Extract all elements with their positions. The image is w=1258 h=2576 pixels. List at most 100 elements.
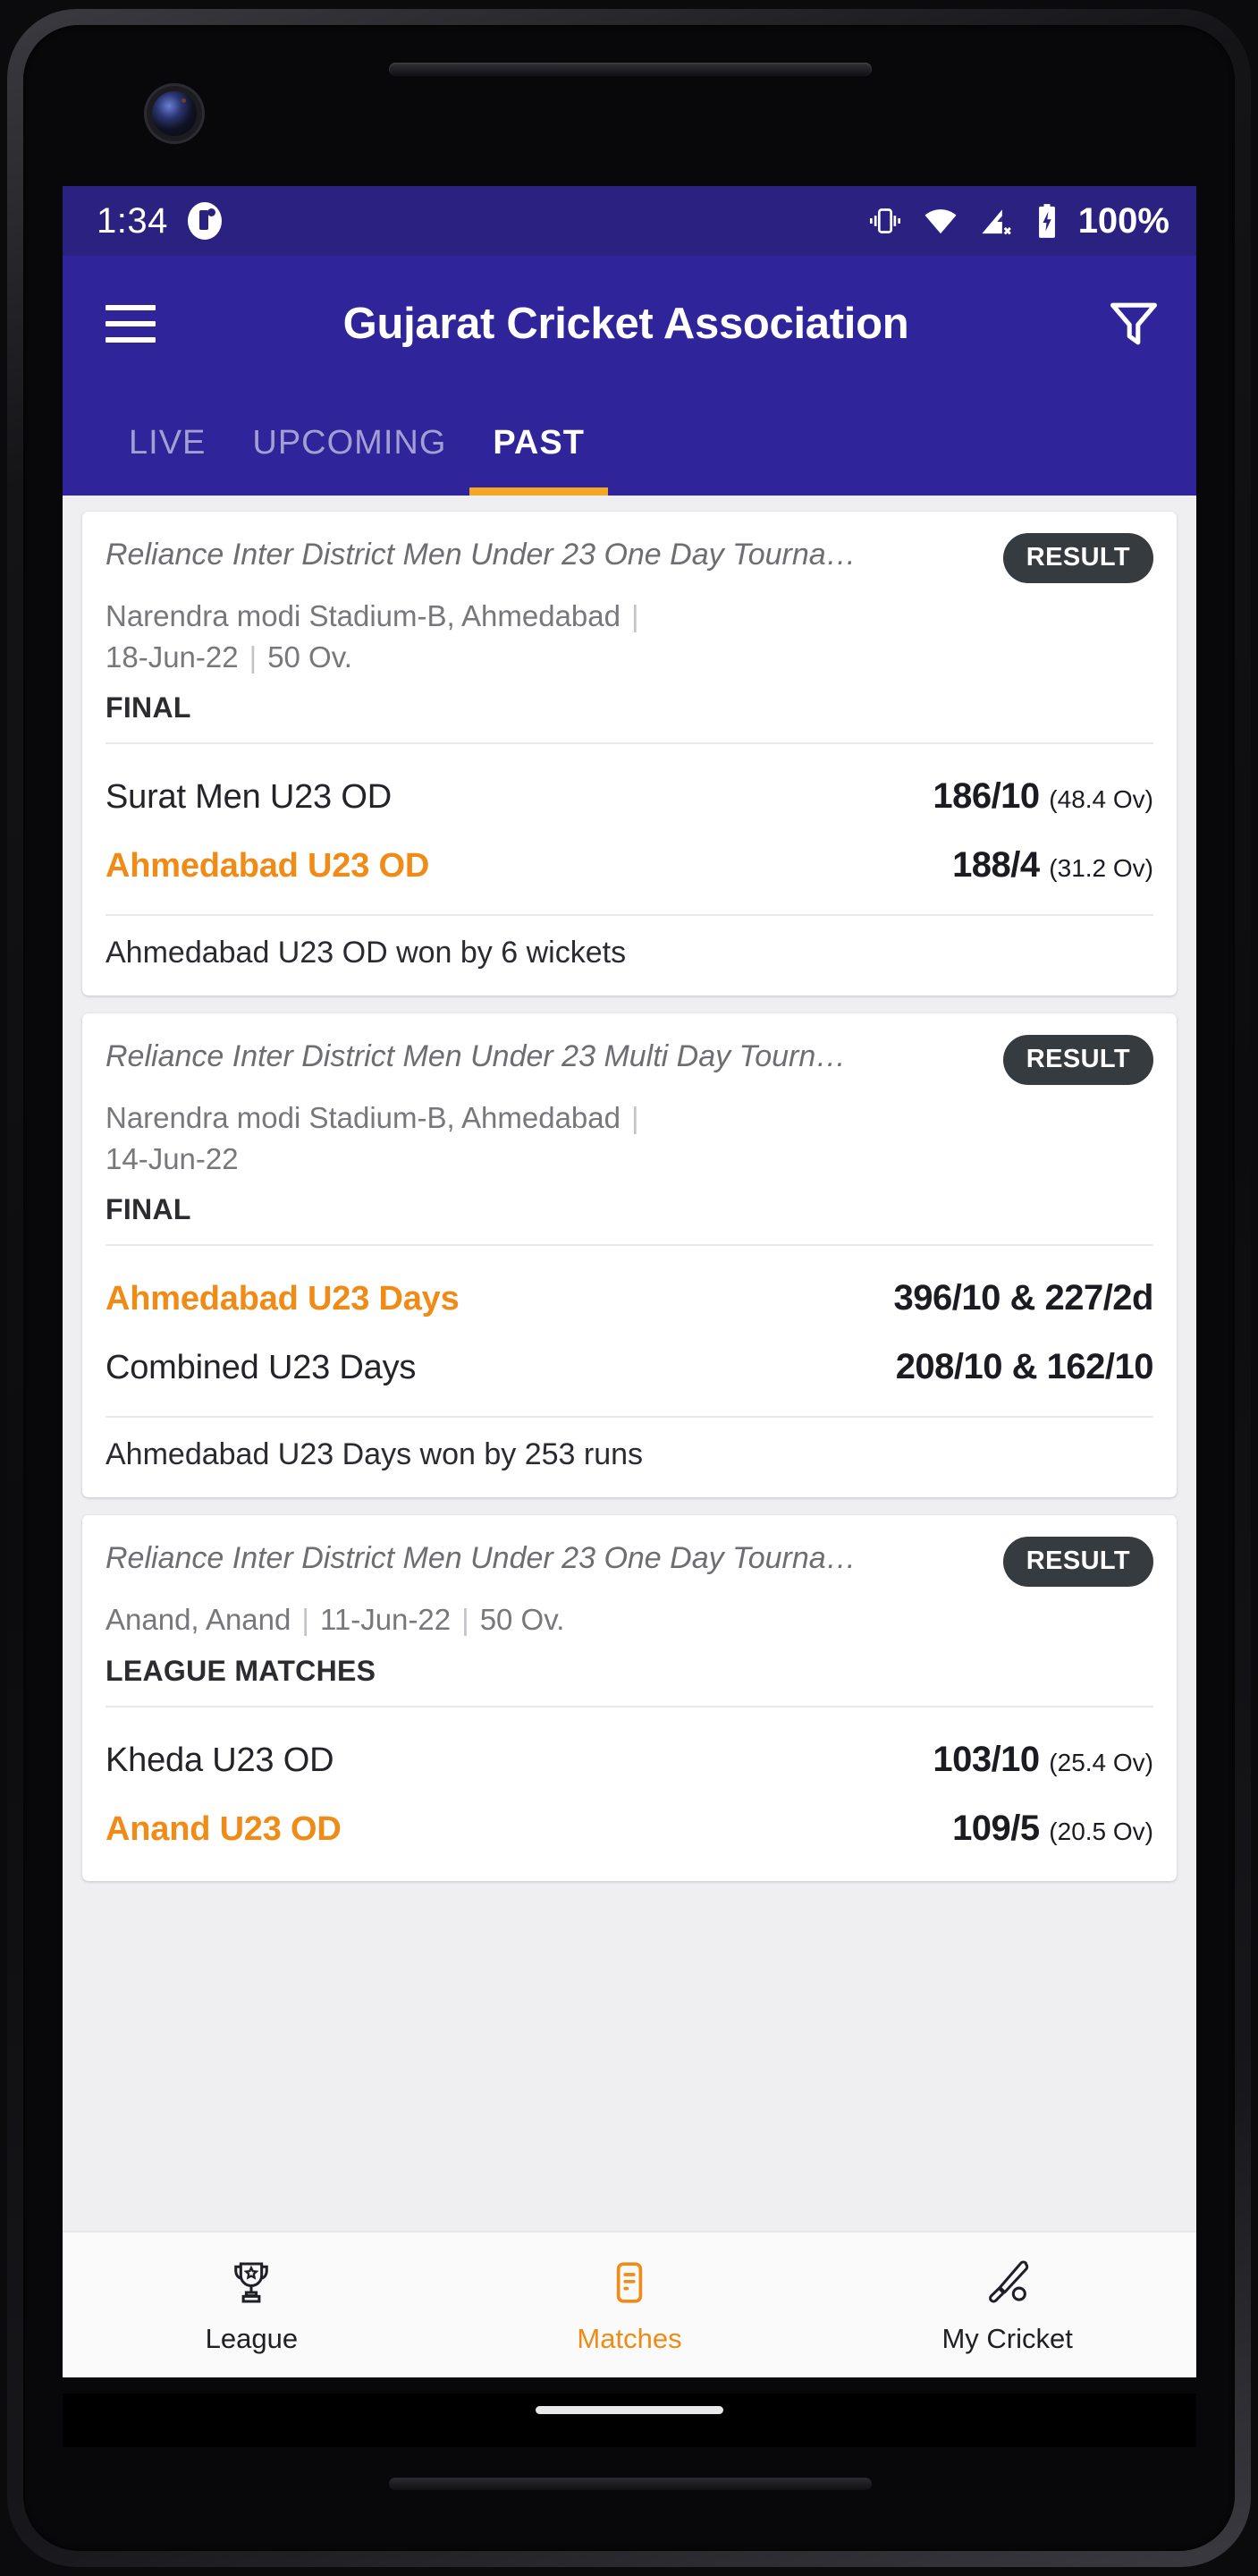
tournament-row: Reliance Inter District Men Under 23 One… xyxy=(106,1537,1153,1588)
status-badge: RESULT xyxy=(1002,1537,1153,1588)
battery-percentage: 100% xyxy=(1077,200,1169,241)
table-row: Ahmedabad U23 Days 396/10 & 227/2d xyxy=(106,1264,1153,1333)
tournament-name: Reliance Inter District Men Under 23 One… xyxy=(106,538,857,572)
team-name: Ahmedabad U23 Days xyxy=(106,1280,460,1318)
battery-charging-icon xyxy=(1038,204,1055,238)
table-row: Surat Men U23 OD 186/10 (48.4 Ov) xyxy=(106,762,1153,831)
page-title: Gujarat Cricket Association xyxy=(342,300,909,348)
signal-no-service-icon xyxy=(982,209,1011,235)
status-badge: RESULT xyxy=(1002,1035,1153,1086)
match-stage: FINAL xyxy=(106,691,191,724)
match-date: 11-Jun-22 xyxy=(319,1603,452,1637)
trophy-icon xyxy=(226,2255,276,2310)
score-runs: 103/10 xyxy=(933,1739,1040,1779)
match-date: 14-Jun-22 xyxy=(106,1141,239,1175)
team-score: 186/10 (48.4 Ov) xyxy=(933,776,1153,817)
team-score: 103/10 (25.4 Ov) xyxy=(933,1740,1153,1780)
tab-past[interactable]: PAST xyxy=(469,392,608,496)
cricket-bat-ball-icon xyxy=(983,2255,1033,2310)
team-score: 208/10 & 162/10 xyxy=(895,1347,1154,1387)
table-row: Ahmedabad U23 OD 188/4 (31.2 Ov) xyxy=(106,831,1153,900)
match-status-tabs: LIVE UPCOMING PAST xyxy=(63,392,1196,496)
separator: | xyxy=(461,1603,469,1637)
tournament-name: Reliance Inter District Men Under 23 One… xyxy=(106,1541,857,1576)
filter-funnel-icon[interactable] xyxy=(1105,295,1162,352)
gesture-home-pill[interactable] xyxy=(536,2406,723,2414)
android-gesture-bar xyxy=(63,2394,1196,2447)
nav-label: My Cricket xyxy=(941,2323,1073,2354)
earpiece-speaker xyxy=(389,63,872,76)
venue-and-date: Narendra modi Stadium-B, Ahmedabad | 14-J… xyxy=(106,1097,1153,1179)
vibrate-icon xyxy=(869,208,900,233)
score-overs: (20.5 Ov) xyxy=(1049,1817,1153,1845)
team-score: 188/4 (31.2 Ov) xyxy=(952,845,1153,886)
status-badge: RESULT xyxy=(1002,533,1153,583)
score-overs: (25.4 Ov) xyxy=(1049,1748,1153,1776)
wifi-icon xyxy=(925,209,957,234)
score-runs: 188/4 xyxy=(952,845,1040,886)
separator: | xyxy=(301,1603,309,1637)
score-overs: (48.4 Ov) xyxy=(1049,785,1153,814)
tab-upcoming[interactable]: UPCOMING xyxy=(229,392,469,496)
status-bar-left: 1:34 xyxy=(97,201,222,242)
match-list[interactable]: Reliance Inter District Men Under 23 One… xyxy=(63,496,1196,2377)
match-card[interactable]: Reliance Inter District Men Under 23 One… xyxy=(82,1515,1177,1881)
tournament-row: Reliance Inter District Men Under 23 Mul… xyxy=(106,1035,1153,1086)
match-card-header: Reliance Inter District Men Under 23 One… xyxy=(82,1515,1177,1706)
venue-text: Narendra modi Stadium-B, Ahmedabad xyxy=(106,1101,621,1135)
team-score: 109/5 (20.5 Ov) xyxy=(952,1809,1153,1849)
nav-label: Matches xyxy=(577,2323,682,2354)
separator: | xyxy=(631,1101,639,1135)
status-bar: 1:34 100% xyxy=(63,186,1196,256)
nav-item-matches[interactable]: Matches xyxy=(441,2255,819,2355)
team-name: Combined U23 Days xyxy=(106,1349,417,1387)
separator: | xyxy=(631,599,639,632)
bottom-navigation-bar: League Matches My Cricket xyxy=(63,2231,1196,2377)
score-runs: 396/10 & 227/2d xyxy=(893,1278,1154,1318)
team-scores: Kheda U23 OD 103/10 (25.4 Ov) Anand U23 … xyxy=(82,1707,1177,1877)
venue-text: Narendra modi Stadium-B, Ahmedabad xyxy=(106,599,621,632)
nav-item-my-cricket[interactable]: My Cricket xyxy=(818,2255,1196,2355)
team-scores: Ahmedabad U23 Days 396/10 & 227/2d Combi… xyxy=(82,1246,1177,1416)
table-row: Combined U23 Days 208/10 & 162/10 xyxy=(106,1333,1154,1402)
match-card[interactable]: Reliance Inter District Men Under 23 Mul… xyxy=(82,1013,1177,1498)
score-runs: 186/10 xyxy=(933,776,1040,817)
list-document-icon xyxy=(606,2255,653,2310)
team-scores: Surat Men U23 OD 186/10 (48.4 Ov) Ahmeda… xyxy=(82,744,1177,914)
venue-and-date: Narendra modi Stadium-B, Ahmedabad | 18-J… xyxy=(106,596,1153,677)
nav-item-league[interactable]: League xyxy=(63,2255,441,2355)
score-overs: (31.2 Ov) xyxy=(1049,854,1153,883)
phone-screen: 1:34 100% Gujarat Cricket Association LI… xyxy=(63,186,1196,2377)
team-score: 396/10 & 227/2d xyxy=(894,1278,1154,1318)
status-bar-clock: 1:34 xyxy=(97,200,168,241)
table-row: Kheda U23 OD 103/10 (25.4 Ov) xyxy=(106,1725,1153,1794)
match-date: 18-Jun-22 xyxy=(106,640,239,674)
status-bar-right: 100% xyxy=(867,201,1169,242)
score-runs: 109/5 xyxy=(952,1808,1040,1848)
match-stage: LEAGUE MATCHES xyxy=(106,1654,376,1687)
tab-live[interactable]: LIVE xyxy=(106,392,229,496)
separator: | xyxy=(249,640,258,674)
tournament-row: Reliance Inter District Men Under 23 One… xyxy=(106,533,1153,583)
match-result-text: Ahmedabad U23 Days won by 253 runs xyxy=(106,1437,644,1472)
front-camera xyxy=(152,91,197,136)
match-card[interactable]: Reliance Inter District Men Under 23 One… xyxy=(82,512,1177,996)
camera-sensor-dot xyxy=(182,98,186,103)
match-overs: 50 Ov. xyxy=(267,640,352,674)
match-overs: 50 Ov. xyxy=(479,1603,565,1637)
tournament-name: Reliance Inter District Men Under 23 Mul… xyxy=(106,1039,847,1074)
venue-text: Anand, Anand xyxy=(106,1603,291,1637)
team-name: Surat Men U23 OD xyxy=(106,778,392,817)
team-name: Ahmedabad U23 OD xyxy=(106,847,430,886)
phone-device-frame: 1:34 100% Gujarat Cricket Association LI… xyxy=(0,0,1258,2576)
match-card-header: Reliance Inter District Men Under 23 Mul… xyxy=(82,1013,1177,1244)
team-name: Kheda U23 OD xyxy=(106,1741,334,1779)
match-stage: FINAL xyxy=(106,1193,191,1226)
team-name: Anand U23 OD xyxy=(106,1809,342,1848)
notification-dot-icon xyxy=(187,202,222,240)
match-result-text: Ahmedabad U23 OD won by 6 wickets xyxy=(106,936,627,970)
score-runs: 208/10 & 162/10 xyxy=(895,1347,1154,1387)
match-card-header: Reliance Inter District Men Under 23 One… xyxy=(82,512,1177,742)
table-row: Anand U23 OD 109/5 (20.5 Ov) xyxy=(106,1794,1153,1863)
nav-label: League xyxy=(205,2323,299,2354)
